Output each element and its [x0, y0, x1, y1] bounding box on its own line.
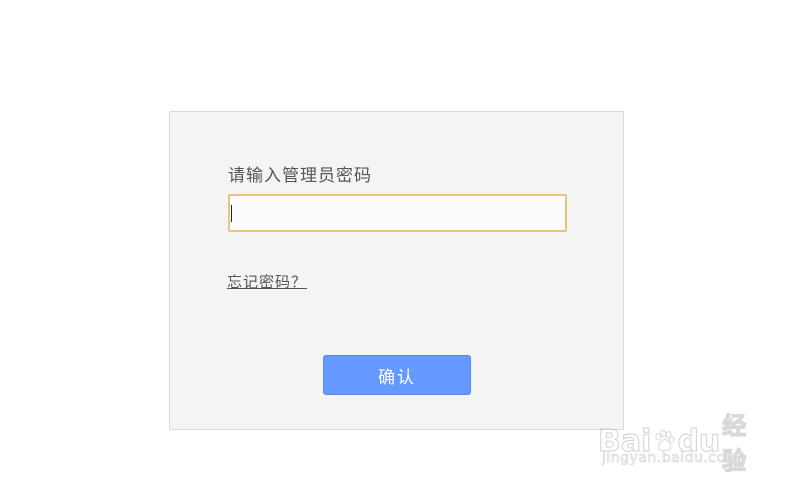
- baidu-jingyan-watermark: Bai du 经验 jingyan.baidu.com: [597, 402, 748, 475]
- watermark-url: jingyan.baidu.com: [602, 450, 740, 467]
- login-panel: 请输入管理员密码 忘记密码？ 确认: [169, 111, 624, 430]
- password-prompt-label: 请输入管理员密码: [228, 166, 372, 186]
- admin-password-input[interactable]: [228, 194, 567, 232]
- text-caret: [231, 205, 232, 222]
- page: 请输入管理员密码 忘记密码？ 确认 Bai du 经验 jingyan.baid…: [0, 0, 787, 491]
- confirm-button[interactable]: 确认: [323, 355, 471, 395]
- forgot-password-link[interactable]: 忘记密码？: [227, 271, 307, 292]
